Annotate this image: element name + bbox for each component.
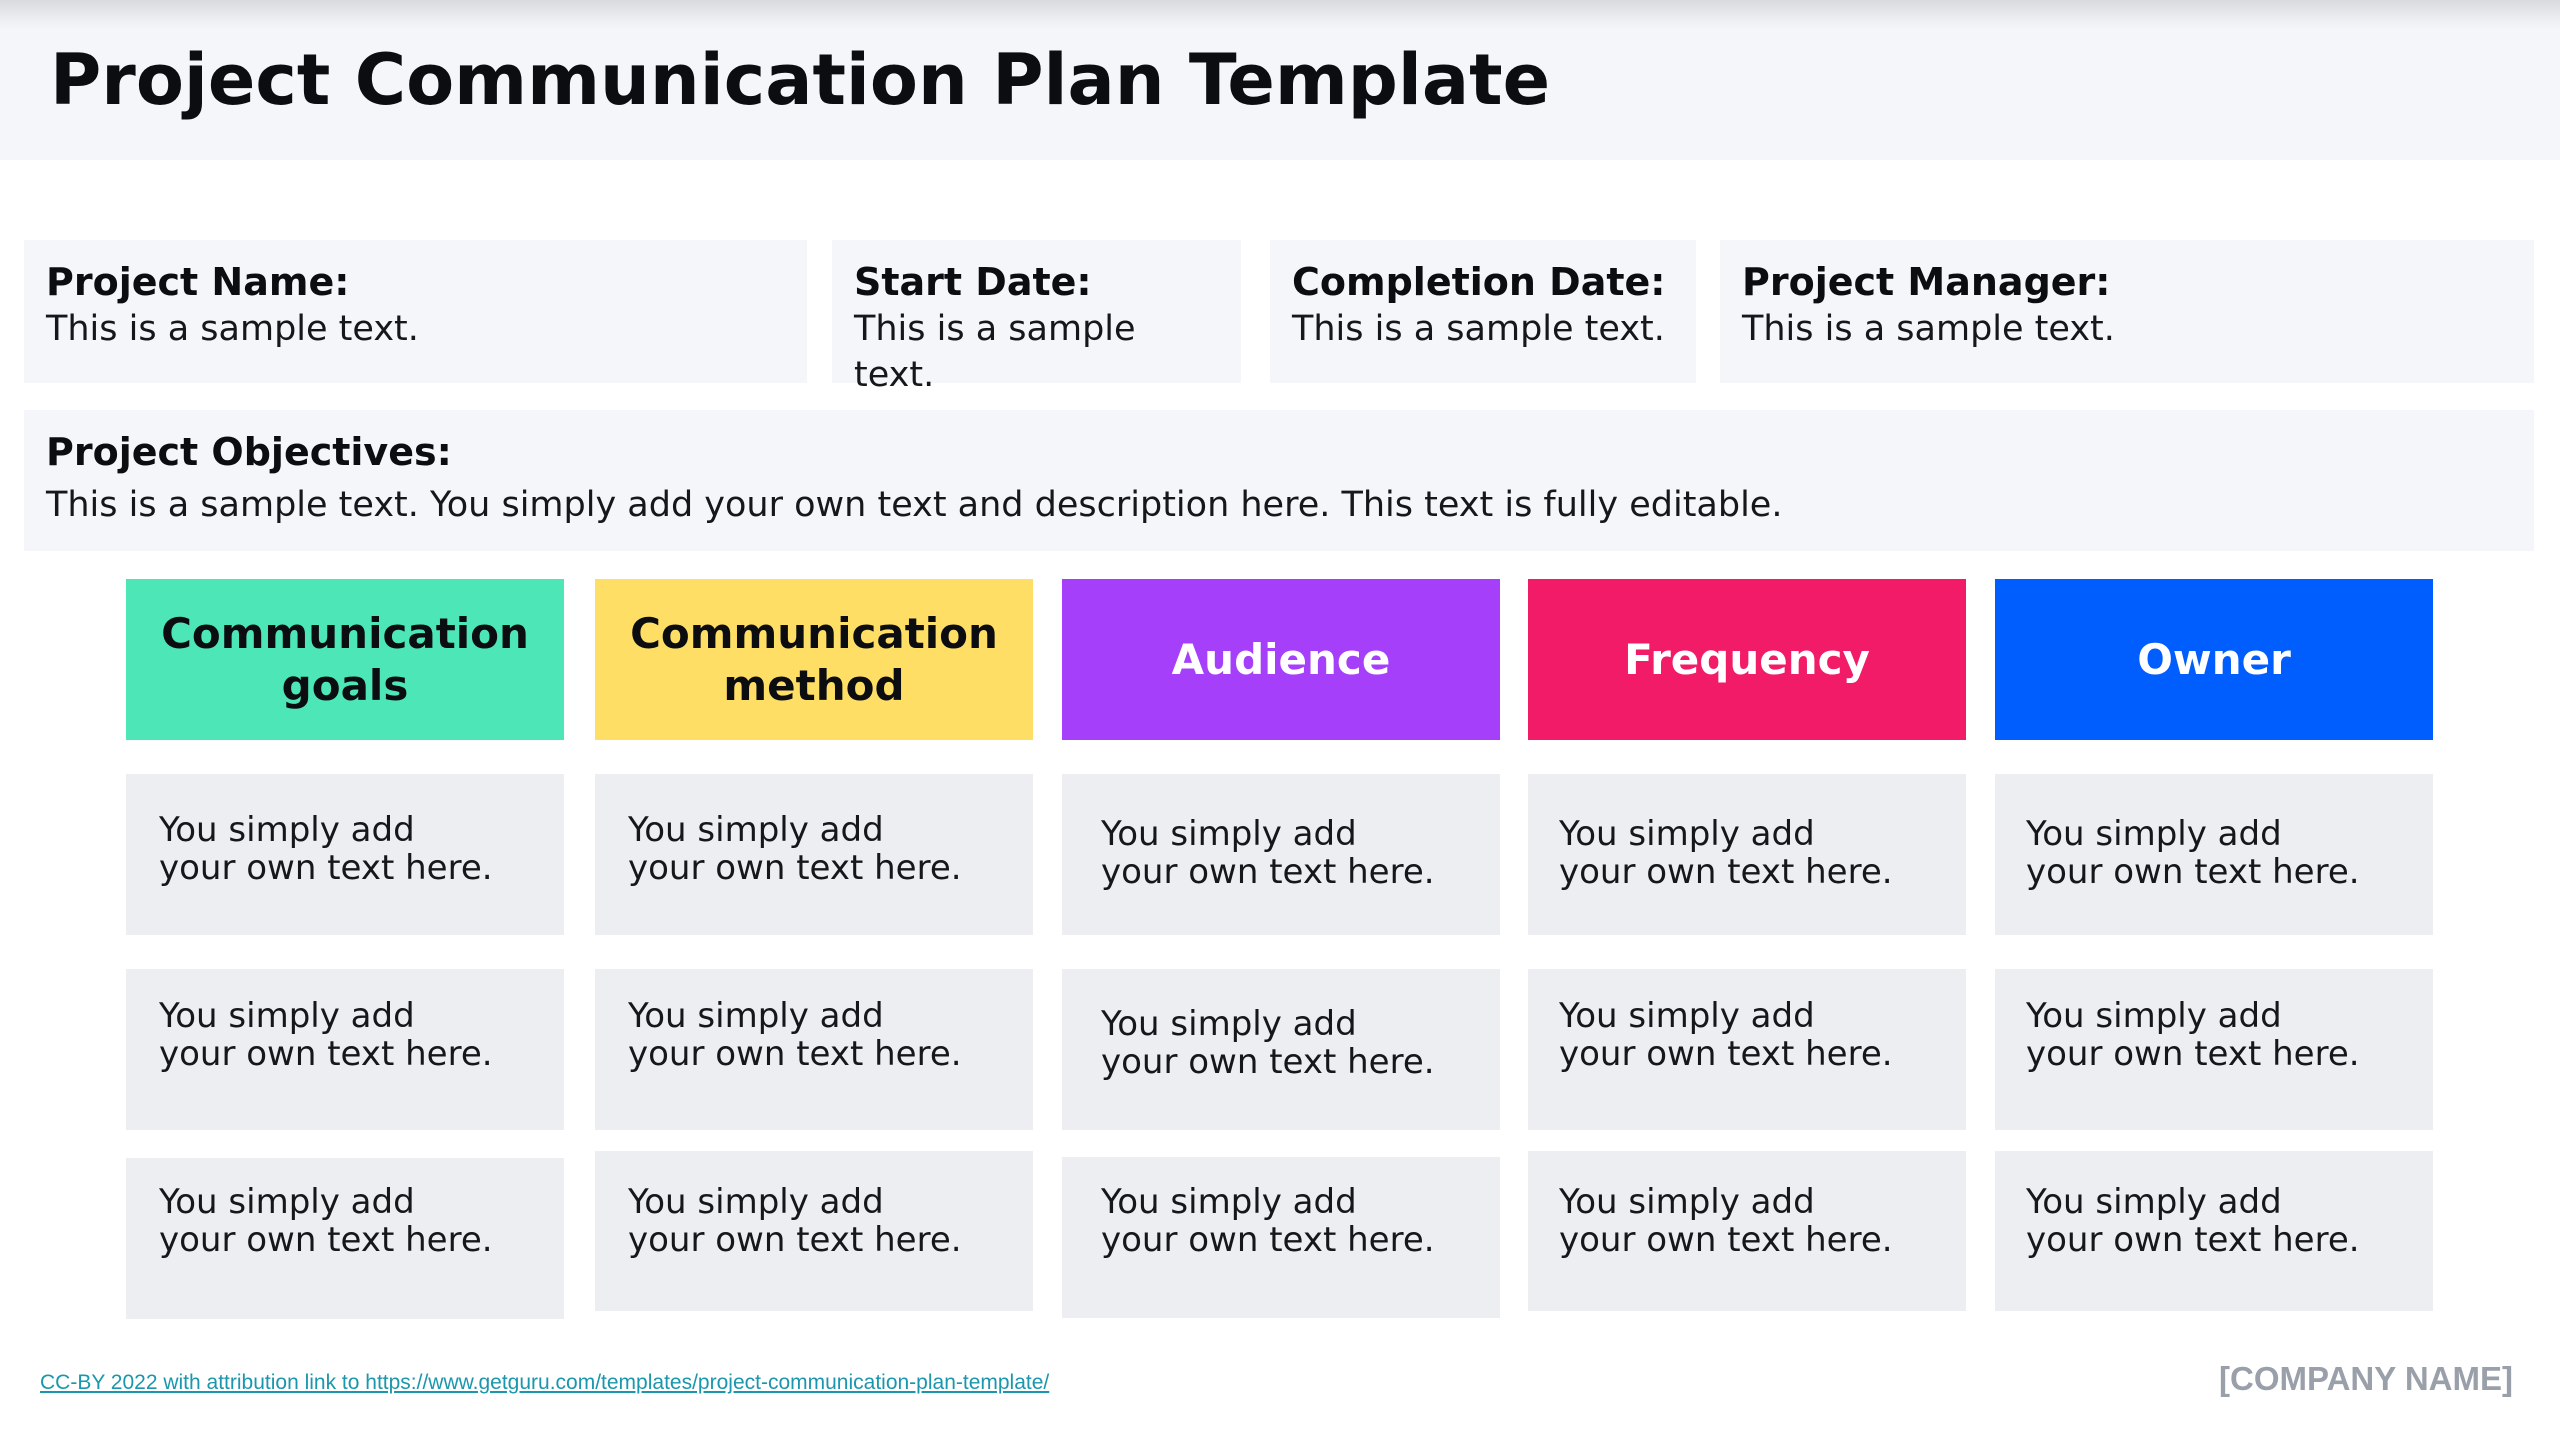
cell-text: You simply add your own text here. <box>2026 1182 2360 1260</box>
cell-text: You simply add your own text here. <box>628 810 962 888</box>
project-manager-value[interactable]: This is a sample text. <box>1742 306 2512 352</box>
project-name-value[interactable]: This is a sample text. <box>46 306 785 352</box>
cell-text: You simply add your own text here. <box>1559 996 1893 1074</box>
project-objectives-label: Project Objectives: <box>46 430 452 474</box>
table-cell[interactable]: You simply add your own text here. <box>1062 1157 1500 1318</box>
project-objectives-value[interactable]: This is a sample text. You simply add yo… <box>46 482 2512 528</box>
cell-text: You simply add your own text here. <box>1101 1182 1435 1260</box>
table-cell[interactable]: You simply add your own text here. <box>1528 1151 1966 1311</box>
start-date-box: Start Date: This is a sample text. <box>832 240 1241 395</box>
cell-text: You simply add your own text here. <box>1101 814 1435 892</box>
start-date-label: Start Date: <box>854 260 1092 304</box>
cell-text: You simply add your own text here. <box>159 810 493 888</box>
cell-text: You simply add your own text here. <box>628 996 962 1074</box>
column-header-communication-goals: Communication goals <box>126 579 564 740</box>
cell-text: You simply add your own text here. <box>2026 814 2360 892</box>
project-manager-label: Project Manager: <box>1742 260 2111 304</box>
page-title: Project Communication Plan Template <box>50 39 1551 121</box>
table-cell[interactable]: You simply add your own text here. <box>1995 1151 2433 1311</box>
project-name-box: Project Name: This is a sample text. <box>24 240 807 383</box>
table-cell[interactable]: You simply add your own text here. <box>126 774 564 935</box>
table-cell[interactable]: You simply add your own text here. <box>1528 774 1966 935</box>
completion-date-value[interactable]: This is a sample text. <box>1292 306 1674 352</box>
table-cell[interactable]: You simply add your own text here. <box>595 1151 1033 1311</box>
table-cell[interactable]: You simply add your own text here. <box>1995 969 2433 1130</box>
cell-text: You simply add your own text here. <box>2026 996 2360 1074</box>
cell-text: You simply add your own text here. <box>628 1182 962 1260</box>
completion-date-box: Completion Date: This is a sample text. <box>1270 240 1696 383</box>
table-cell[interactable]: You simply add your own text here. <box>126 1158 564 1319</box>
table-cell[interactable]: You simply add your own text here. <box>1528 969 1966 1130</box>
cell-text: You simply add your own text here. <box>1559 814 1893 892</box>
table-cell[interactable]: You simply add your own text here. <box>1062 774 1500 935</box>
column-header-communication-method: Communication method <box>595 579 1033 740</box>
column-header-audience: Audience <box>1062 579 1500 740</box>
attribution-link[interactable]: CC-BY 2022 with attribution link to http… <box>40 1371 1049 1395</box>
completion-date-label: Completion Date: <box>1292 260 1666 304</box>
cell-text: You simply add your own text here. <box>159 1182 493 1260</box>
company-name: [COMPANY NAME] <box>2219 1360 2513 1397</box>
table-cell[interactable]: You simply add your own text here. <box>1062 969 1500 1130</box>
start-date-value[interactable]: This is a sample text. <box>854 306 1219 398</box>
table-cell[interactable]: You simply add your own text here. <box>1995 774 2433 935</box>
table-cell[interactable]: You simply add your own text here. <box>595 969 1033 1130</box>
table-cell[interactable]: You simply add your own text here. <box>126 969 564 1130</box>
project-name-label: Project Name: <box>46 260 350 304</box>
column-header-frequency: Frequency <box>1528 579 1966 740</box>
cell-text: You simply add your own text here. <box>1101 1004 1435 1082</box>
cell-text: You simply add your own text here. <box>1559 1182 1893 1260</box>
table-cell[interactable]: You simply add your own text here. <box>595 774 1033 935</box>
column-header-owner: Owner <box>1995 579 2433 740</box>
project-manager-box: Project Manager: This is a sample text. <box>1720 240 2534 383</box>
project-objectives-box: Project Objectives: This is a sample tex… <box>24 410 2534 551</box>
cell-text: You simply add your own text here. <box>159 996 493 1074</box>
